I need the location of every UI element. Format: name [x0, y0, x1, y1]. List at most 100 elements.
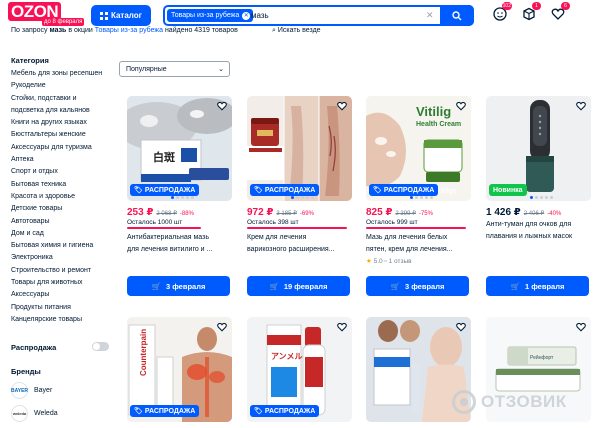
orders-badge: 1: [532, 2, 541, 10]
category-item[interactable]: Спорт и отдых: [11, 166, 116, 178]
box-brand-text: Counterpain: [139, 329, 148, 376]
add-to-cart-button[interactable]: 🛒 3 февраля: [127, 276, 230, 296]
tag-label: Новинка: [493, 186, 523, 194]
category-item[interactable]: Электроника: [11, 252, 116, 264]
title-line-1: Антибактериальная мазь: [127, 234, 209, 241]
sale-toggle[interactable]: [92, 342, 109, 351]
category-item[interactable]: Продукты питания: [11, 302, 116, 314]
sale-tag-icon: 🏷: [373, 187, 382, 194]
favorites-button[interactable]: 6: [550, 2, 570, 22]
ozon-logo[interactable]: OZON до 8 февраля: [8, 2, 85, 28]
image-carousel-dots: [291, 196, 314, 199]
brand-text: Vitilig: [416, 104, 451, 119]
results-scope-link[interactable]: Товары из-за рубежа: [95, 27, 163, 34]
catalog-button[interactable]: Каталог: [91, 5, 151, 26]
favorite-heart-icon[interactable]: [216, 100, 228, 112]
category-item[interactable]: Бюстгальтеры женские: [11, 129, 116, 141]
favorite-heart-icon[interactable]: [455, 321, 467, 333]
search-scope-chip[interactable]: Товары из-за рубежа ✕: [167, 9, 254, 22]
product-title[interactable]: Антибактериальная мазь для лечения витил…: [127, 232, 243, 256]
old-price: 2 399 ₽: [395, 211, 416, 217]
category-item[interactable]: Бытовая техника: [11, 179, 116, 191]
category-item[interactable]: Детские товары: [11, 203, 116, 215]
favorite-heart-icon[interactable]: [336, 321, 348, 333]
brand-item-bayer[interactable]: BAYER Bayer: [11, 382, 111, 399]
sale-tag-icon: 🏷: [254, 187, 263, 194]
logo-promo: до 8 февраля: [42, 18, 85, 26]
messages-button[interactable]: 102: [492, 2, 512, 22]
sale-tag-icon: 🏷: [134, 408, 143, 415]
brand-item-weleda[interactable]: weleda Weleda: [11, 405, 111, 422]
tag-label: РАСПРОДАЖА: [144, 186, 196, 194]
tube-label: Рейнфорт: [530, 354, 554, 361]
orders-button[interactable]: 1: [521, 2, 541, 22]
watermark-text: ОТЗОВИК: [481, 392, 567, 411]
product-image[interactable]: Vitilig Health Cream Vitiligo 🏷 РАСПРОДАЖ…: [366, 96, 471, 201]
image-carousel-dots: [171, 196, 194, 199]
cart-icon: 🛒: [510, 281, 520, 291]
clear-search-icon[interactable]: ✕: [426, 10, 434, 21]
search-everywhere-link[interactable]: ⌕ Искать везде: [272, 27, 321, 35]
category-item[interactable]: Строительство и ремонт: [11, 265, 116, 277]
tag-label: РАСПРОДАЖА: [264, 407, 316, 415]
category-item[interactable]: Мебель для зоны ресепшен: [11, 68, 116, 80]
price-row: 253 ₽ 2 068 ₽ -88%: [127, 207, 194, 218]
category-item[interactable]: подсветка для кальянов: [11, 105, 116, 117]
sort-selected: Популярные: [126, 66, 167, 73]
filters-sidebar: Категория Мебель для зоны ресепшен Рукоде…: [11, 56, 116, 326]
discount: -69%: [299, 211, 314, 217]
category-item[interactable]: Стойки, подставки и: [11, 93, 116, 105]
results-prefix: По запросу: [11, 27, 48, 34]
tag-label: РАСПРОДАЖА: [144, 407, 196, 415]
product-title[interactable]: Крем для лечения варикозного расширения.…: [247, 232, 363, 256]
box-label: 白斑: [153, 150, 175, 164]
watermark-logo-icon: [452, 390, 476, 414]
old-price: 2 406 ₽: [523, 211, 545, 217]
add-to-cart-button[interactable]: 🛒 1 февраля: [486, 276, 589, 296]
product-title[interactable]: Анти-туман для очков для плавания и лыжн…: [486, 219, 600, 243]
rating: ★ 5.0 ▫ 1 отзыв: [366, 257, 412, 265]
category-item[interactable]: Дом и сад: [11, 228, 116, 240]
price-row: 1 426 ₽ 2 406 ₽ -40%: [486, 207, 561, 218]
product-title[interactable]: Мазь для лечения белых пятен, крем для л…: [366, 232, 482, 256]
bayer-logo: BAYER: [11, 382, 28, 399]
chip-close-icon[interactable]: ✕: [242, 11, 251, 20]
category-item[interactable]: Аптека: [11, 154, 116, 166]
title-line-2: пятен, крем для лечения...: [366, 246, 453, 253]
stock-bar: [127, 227, 201, 229]
reviews-icon: ▫: [384, 258, 387, 265]
favorite-heart-icon[interactable]: [575, 321, 587, 333]
favorite-heart-icon[interactable]: [575, 100, 587, 112]
cart-icon: 🛒: [390, 281, 400, 291]
messages-badge: 102: [501, 2, 512, 10]
brand-name: Bayer: [34, 387, 53, 394]
favorite-heart-icon[interactable]: [336, 100, 348, 112]
product-image[interactable]: Counterpain 🏷 РАСПРОДАЖА: [127, 317, 232, 422]
category-list: Мебель для зоны ресепшен Рукоделие Стойки,…: [11, 68, 116, 326]
reviews-count[interactable]: 1 отзыв: [389, 258, 412, 265]
category-item[interactable]: Автотовары: [11, 216, 116, 228]
category-item[interactable]: Красота и здоровье: [11, 191, 116, 203]
product-image[interactable]: Новинка: [486, 96, 591, 201]
category-item[interactable]: Канцелярские товары: [11, 314, 116, 326]
product-image[interactable]: 🏷 РАСПРОДАЖА: [247, 96, 352, 201]
category-item[interactable]: Товары для животных: [11, 277, 116, 289]
category-item[interactable]: Аксессуары для туризма: [11, 142, 116, 154]
category-item[interactable]: Книги на других языках: [11, 117, 116, 129]
rating-value: 5.0: [373, 258, 383, 265]
favorite-heart-icon[interactable]: [216, 321, 228, 333]
search-button[interactable]: [440, 5, 474, 26]
category-heading: Категория: [11, 56, 49, 65]
header: OZON до 8 февраля Каталог Товары из-за р…: [0, 0, 600, 30]
category-item[interactable]: Аксессуары: [11, 289, 116, 301]
favorite-heart-icon[interactable]: [455, 100, 467, 112]
product-image[interactable]: アンメルツ 🏷 РАСПРОДАЖА: [247, 317, 352, 422]
search-input[interactable]: [251, 9, 421, 22]
search-results-summary: По запросу мазь в окции Товары из-за руб…: [11, 27, 238, 34]
category-item[interactable]: Бытовая химия и гигиена: [11, 240, 116, 252]
sort-select[interactable]: Популярные ⌄: [119, 61, 230, 77]
add-to-cart-button[interactable]: 🛒 19 февраля: [247, 276, 350, 296]
product-image[interactable]: 白斑 🏷 РАСПРОДАЖА: [127, 96, 232, 201]
add-to-cart-button[interactable]: 🛒 3 февраля: [366, 276, 469, 296]
category-item[interactable]: Рукоделие: [11, 80, 116, 92]
